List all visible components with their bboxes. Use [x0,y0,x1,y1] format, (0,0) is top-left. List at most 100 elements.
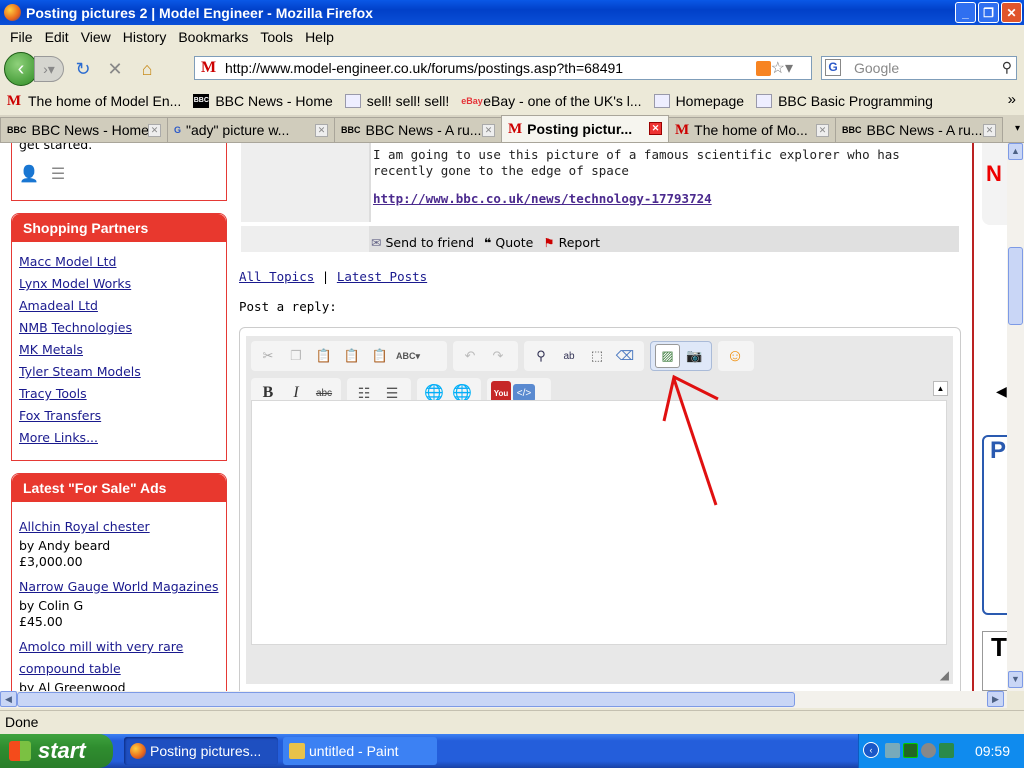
replace-icon[interactable]: ab [556,344,582,368]
security-icon[interactable] [939,743,954,758]
partner-link[interactable]: Fox Transfers [19,405,219,427]
google-engine-icon[interactable]: G [825,59,841,76]
menu-help[interactable]: Help [299,29,340,45]
partner-link[interactable]: Amadeal Ltd [19,295,219,317]
paste-word-icon[interactable]: 📋 [367,344,393,368]
horizontal-scroll-thumb[interactable] [17,692,795,707]
horizontal-scrollbar[interactable]: ◀ ▶ [0,691,1007,708]
menu-tools[interactable]: Tools [254,29,299,45]
ad-title-link[interactable]: Narrow Gauge World Magazines [19,576,219,598]
tab-list-chevron-icon[interactable]: ▾ [1015,123,1020,134]
monitor-icon[interactable] [903,743,918,758]
paste-text-icon[interactable]: 📋 [339,344,365,368]
menu-bookmarks[interactable]: Bookmarks [172,29,254,45]
bookmark-item[interactable]: BBC Basic Programming [750,93,939,109]
paste-icon[interactable]: 📋 [311,344,337,368]
find-icon[interactable]: ⚲ [528,344,554,368]
bookmark-item[interactable]: BBC BBC News - Home [187,93,338,109]
latest-posts-link[interactable]: Latest Posts [337,269,427,284]
minimize-button[interactable]: _ [955,2,976,23]
taskbar-item-paint[interactable]: untitled - Paint [283,737,437,765]
partner-link[interactable]: Macc Model Ltd [19,251,219,273]
bookmark-item[interactable]: M The home of Model En... [0,93,187,109]
all-topics-link[interactable]: All Topics [239,269,314,284]
tab-bbc-news-2[interactable]: BBC BBC News - A ru... ✕ [835,117,1003,142]
tab-close-icon[interactable]: ✕ [148,124,161,137]
scroll-down-icon[interactable]: ▼ [1008,671,1023,688]
bookmark-item[interactable]: eBay eBay - one of the UK's l... [455,93,647,109]
menu-file[interactable]: File [4,29,39,45]
bookmark-star-icon[interactable]: ☆▾ [771,58,793,78]
more-links-link[interactable]: More Links... [19,427,219,449]
chevron-right-icon[interactable]: » [1008,91,1016,108]
bbc-icon: BBC [7,125,27,135]
scroll-left-icon[interactable]: ◀ [0,691,17,707]
close-button[interactable]: ✕ [1001,2,1022,23]
select-all-icon[interactable]: ⬚ [584,344,610,368]
report-link[interactable]: Report [559,235,600,250]
tab-model-engineer-home[interactable]: M The home of Mo... ✕ [668,117,836,142]
search-input[interactable]: G Google ⚲ [821,56,1017,80]
network-icon[interactable] [885,743,900,758]
tab-bbc-news[interactable]: BBC BBC News - A ru... ✕ [334,117,502,142]
quote-link[interactable]: Quote [495,235,533,250]
tab-close-icon[interactable]: ✕ [315,124,328,137]
tray-expand-icon[interactable]: ‹ [863,742,879,758]
partner-link[interactable]: Lynx Model Works [19,273,219,295]
cut-icon[interactable]: ✂ [255,344,281,368]
right-ad-column: N ◀ P T [972,143,1007,691]
remove-format-icon[interactable]: ⌫ [612,344,638,368]
send-to-friend-link[interactable]: Send to friend [385,235,474,250]
system-tray: ‹ 09:59 [858,734,1024,768]
resize-handle-icon[interactable]: ◢ [940,668,949,682]
tab-close-icon[interactable]: ✕ [816,124,829,137]
camera-icon[interactable]: 📷 [682,344,707,368]
tab-posting-pictures[interactable]: M Posting pictur... ✕ [501,115,669,142]
list-icon[interactable]: ☰ [51,164,65,184]
bookmark-item[interactable]: Homepage [648,93,751,109]
ad-title-link[interactable]: Amolco mill with very rare compound tabl… [19,636,219,680]
partner-link[interactable]: NMB Technologies [19,317,219,339]
partner-link[interactable]: MK Metals [19,339,219,361]
smiley-icon[interactable]: ☺ [722,344,748,368]
spellcheck-icon[interactable]: ABC▾ [395,344,421,368]
partner-link[interactable]: Tyler Steam Models [19,361,219,383]
ad-title-link[interactable]: Allchin Royal chester [19,516,219,538]
stop-icon[interactable]: ✕ [102,56,128,82]
reload-icon[interactable]: ↻ [70,56,96,82]
tab-close-icon[interactable]: ✕ [482,124,495,137]
register-box: get started. 👤 ☰ [11,143,227,201]
menu-edit[interactable]: Edit [39,29,75,45]
undo-icon[interactable]: ↶ [457,344,483,368]
post-link[interactable]: http://www.bbc.co.uk/news/technology-177… [373,191,957,206]
start-button[interactable]: start [0,734,113,768]
scroll-up-icon[interactable]: ▲ [1008,143,1023,160]
speaker-icon[interactable] [921,743,936,758]
menu-view[interactable]: View [75,29,117,45]
add-user-icon[interactable]: 👤 [19,164,39,184]
redo-icon[interactable]: ↷ [485,344,511,368]
maximize-button[interactable]: ❐ [978,2,999,23]
back-button[interactable]: ‹ [4,52,38,86]
vertical-scroll-thumb[interactable] [1008,247,1023,325]
tab-google-search[interactable]: G "ady" picture w... ✕ [167,117,335,142]
menu-history[interactable]: History [117,29,173,45]
tab-close-icon[interactable]: ✕ [649,122,662,135]
rss-feed-icon[interactable] [756,61,771,76]
url-bar[interactable]: M http://www.model-engineer.co.uk/forums… [194,56,812,80]
search-icon[interactable]: ⚲ [1002,59,1012,76]
collapse-toolbar-icon[interactable]: ▲ [933,381,948,396]
reply-text-area[interactable] [251,400,947,645]
tab-bbc-news-home[interactable]: BBC BBC News - Home ✕ [0,117,168,142]
forward-button[interactable]: ›▾ [34,56,64,82]
carousel-left-icon[interactable]: ◀ [996,383,1007,400]
tab-close-icon[interactable]: ✕ [983,124,996,137]
home-icon[interactable]: ⌂ [134,56,160,82]
insert-image-icon[interactable]: ▨ [655,344,681,368]
vertical-scrollbar[interactable]: ▲ ▼ [1007,143,1024,691]
partner-link[interactable]: Tracy Tools [19,383,219,405]
scroll-right-icon[interactable]: ▶ [987,691,1004,707]
bookmark-item[interactable]: sell! sell! sell! [339,93,455,109]
taskbar-item-firefox[interactable]: Posting pictures... [124,737,278,765]
copy-icon[interactable]: ❐ [283,344,309,368]
